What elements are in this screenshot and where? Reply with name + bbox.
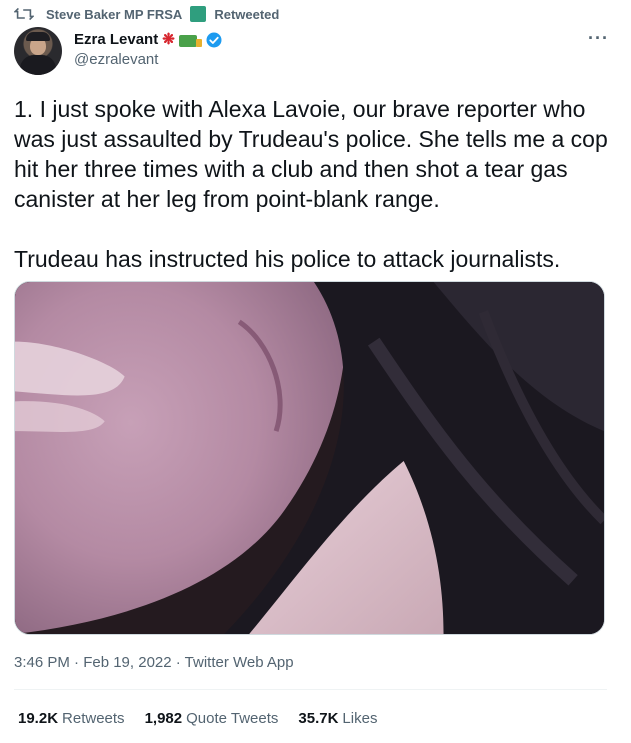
retweeter-name[interactable]: Steve Baker MP FRSA	[46, 7, 182, 22]
tweet-text: 1. I just spoke with Alexa Lavoie, our b…	[14, 96, 608, 272]
more-options-icon[interactable]: ···	[588, 28, 609, 49]
retweets-stat[interactable]: 19.2K Retweets	[18, 709, 125, 729]
divider	[14, 689, 607, 690]
author-handle[interactable]: @ezralevant	[74, 50, 223, 70]
retweet-context[interactable]: Steve Baker MP FRSA Retweeted	[14, 4, 279, 24]
retweet-icon	[14, 7, 34, 21]
truck-icon	[178, 35, 202, 47]
likes-stat[interactable]: 35.7K Likes	[298, 709, 377, 729]
author-name[interactable]: Ezra Levant	[74, 30, 158, 50]
tweet-stats: 19.2K Retweets 1,982 Quote Tweets 35.7K Lik…	[18, 709, 377, 729]
avatar[interactable]	[14, 27, 62, 75]
statue-of-liberty-icon	[190, 6, 207, 22]
author-block: Ezra Levant ❋ @ezralevant	[74, 30, 223, 70]
maple-leaf-icon: ❋	[162, 31, 175, 48]
media-photo	[15, 282, 604, 634]
tweet-media-image[interactable]	[14, 281, 605, 635]
verified-badge-icon	[206, 32, 222, 48]
quote-tweets-stat[interactable]: 1,982 Quote Tweets	[145, 709, 279, 729]
retweeted-label: Retweeted	[214, 6, 280, 22]
tweet-timestamp[interactable]: 3:46 PM · Feb 19, 2022 · Twitter Web App	[14, 653, 294, 673]
